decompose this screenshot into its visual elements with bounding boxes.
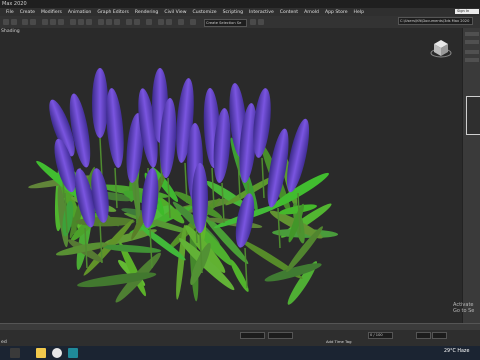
lupine-plant-model	[0, 28, 462, 323]
y-coordinate-field[interactable]	[268, 332, 293, 339]
sign-in-button[interactable]: Sign In	[455, 9, 479, 14]
menu-graph-editors[interactable]: Graph Editors	[97, 10, 129, 15]
3dsmax-icon[interactable]	[68, 348, 78, 358]
menu-rendering[interactable]: Rendering	[135, 10, 158, 15]
render-icon[interactable]	[250, 19, 256, 25]
frame-counter[interactable]: 0 / 100	[368, 332, 393, 339]
render-setup-icon[interactable]	[190, 19, 196, 25]
file-explorer-icon[interactable]	[36, 348, 46, 358]
select-by-name-icon[interactable]	[50, 19, 56, 25]
material-editor-icon[interactable]	[178, 19, 184, 25]
x-coordinate-field[interactable]	[240, 332, 265, 339]
menu-create[interactable]: Create	[20, 10, 35, 15]
menu-help[interactable]: Help	[354, 10, 364, 15]
menu-interactive[interactable]: Interactive	[249, 10, 274, 15]
layer-icon[interactable]	[146, 19, 152, 25]
schematic-view-icon[interactable]	[166, 19, 172, 25]
redo-icon[interactable]	[11, 19, 17, 25]
windows-taskbar	[0, 346, 480, 360]
rotate-icon[interactable]	[78, 19, 84, 25]
menu-file[interactable]: File	[6, 10, 14, 15]
mirror-icon[interactable]	[126, 19, 132, 25]
menu-arnold[interactable]: Arnold	[304, 10, 319, 15]
menu-animation[interactable]: Animation	[68, 10, 91, 15]
object-name-field[interactable]	[465, 50, 479, 54]
menu-content[interactable]: Content	[280, 10, 298, 15]
flower-spike	[104, 87, 127, 168]
flower-stem	[262, 158, 264, 198]
scale-icon[interactable]	[86, 19, 92, 25]
selection-set-dropdown[interactable]: Create Selection Se	[204, 19, 247, 27]
weather-status: 29°C Haze	[444, 349, 469, 354]
leaf	[102, 243, 162, 254]
menu-modifiers[interactable]: Modifiers	[41, 10, 62, 15]
window-title: Max 2020	[2, 1, 27, 7]
link-icon[interactable]	[22, 19, 28, 25]
percent-snap-icon[interactable]	[114, 19, 120, 25]
activate-windows-watermark: Activate Go to Se	[453, 302, 474, 314]
menu-app-store[interactable]: App Store	[325, 10, 348, 15]
next-frame-button[interactable]	[432, 332, 447, 339]
select-icon[interactable]	[42, 19, 48, 25]
windows-start-icon[interactable]	[10, 348, 20, 358]
angle-snap-icon[interactable]	[106, 19, 112, 25]
menu-scripting[interactable]: Scripting	[223, 10, 243, 15]
undo-icon[interactable]	[3, 19, 9, 25]
command-panel	[462, 28, 480, 323]
play-button[interactable]	[416, 332, 431, 339]
modifier-stack[interactable]	[466, 96, 480, 135]
status-message: ed	[1, 340, 7, 345]
perspective-viewport[interactable]: Shading	[0, 28, 462, 323]
render-frame-icon[interactable]	[258, 19, 264, 25]
add-time-tag-button[interactable]: Add Time Tag	[326, 339, 351, 344]
menu-customize[interactable]: Customize	[192, 10, 216, 15]
modifier-list[interactable]	[465, 58, 479, 62]
snap-icon[interactable]	[98, 19, 104, 25]
create-tab[interactable]	[465, 32, 479, 36]
menu-bar: File Create Modifiers Animation Graph Editor…	[0, 8, 480, 16]
flower-stem	[115, 168, 117, 208]
flower-spike	[92, 68, 108, 138]
status-bar: ed 0 / 100	[0, 330, 480, 346]
chrome-icon[interactable]	[52, 348, 62, 358]
region-select-icon[interactable]	[58, 19, 64, 25]
flower-spike	[192, 163, 208, 233]
align-icon[interactable]	[134, 19, 140, 25]
project-path-field[interactable]: C:\Users\Kft\Documents\3ds Max 2020	[398, 17, 473, 25]
move-icon[interactable]	[70, 19, 76, 25]
modify-tab[interactable]	[465, 40, 479, 44]
unlink-icon[interactable]	[30, 19, 36, 25]
curve-editor-icon[interactable]	[158, 19, 164, 25]
window-title-bar: Max 2020	[0, 0, 480, 8]
menu-civil-view[interactable]: Civil View	[164, 10, 186, 15]
